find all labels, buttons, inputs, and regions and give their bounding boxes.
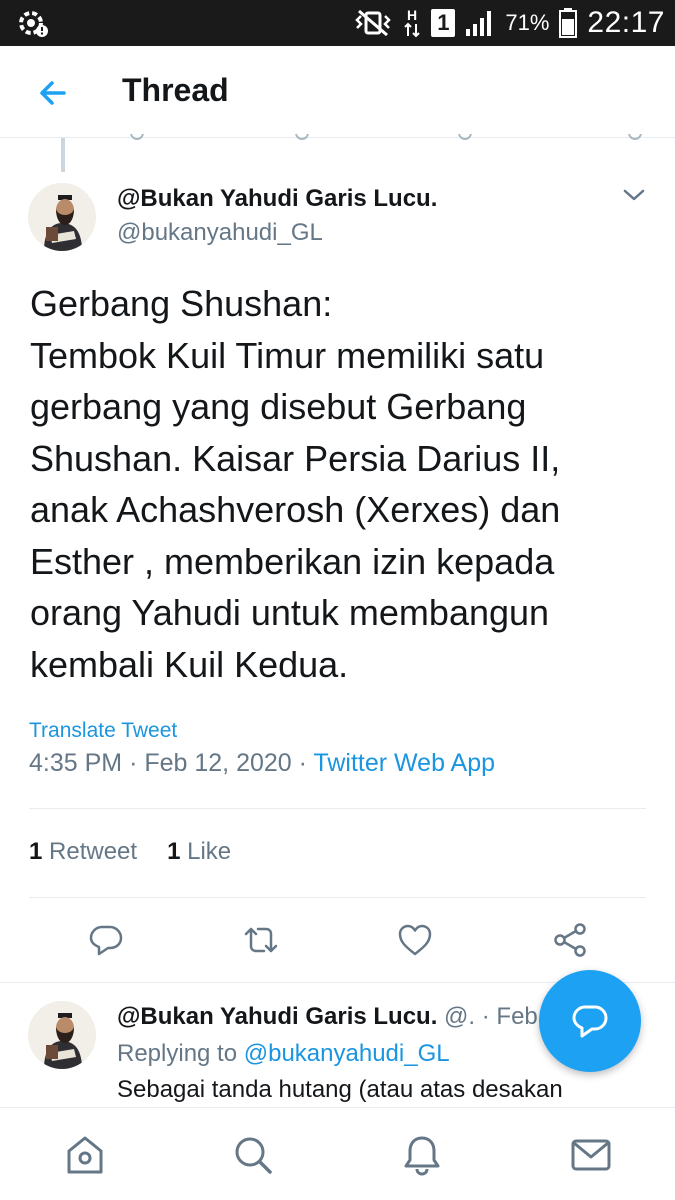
status-clock: 22:17 xyxy=(587,6,665,39)
retweet-icon xyxy=(244,927,278,953)
bottom-navigation xyxy=(0,1107,675,1200)
tweet-metadata: 4:35 PM · Feb 12, 2020 · Twitter Web App xyxy=(29,749,495,778)
reply-author-name[interactable]: @Bukan Yahudi Garis Lucu. xyxy=(117,1003,437,1030)
tweet-text: Gerbang Shushan: Tembok Kuil Timur memil… xyxy=(30,278,630,690)
tweet-text-line: anak Achashverosh (Xerxes) dan xyxy=(30,489,561,530)
compose-reply-icon xyxy=(572,1005,608,1038)
tweet-text-line: Gerbang Shushan: xyxy=(30,283,333,324)
replying-prefix: Replying to xyxy=(117,1040,238,1067)
back-button[interactable] xyxy=(34,74,72,112)
retweet-button[interactable] xyxy=(241,920,281,960)
settings-notification-icon xyxy=(18,8,50,38)
source-app-link[interactable]: Twitter Web App xyxy=(313,749,495,777)
page-title: Thread xyxy=(122,72,229,108)
divider xyxy=(29,897,646,898)
tweet-text-line: kembali Kuil Kedua. xyxy=(30,643,349,685)
share-button[interactable] xyxy=(550,920,590,960)
compose-reply-button[interactable] xyxy=(539,970,641,1072)
like-label: Like xyxy=(187,838,232,865)
reply-separator: · xyxy=(481,1003,490,1030)
battery-percent: 71% xyxy=(505,10,550,35)
nav-search-button[interactable] xyxy=(230,1132,276,1178)
meta-separator: · xyxy=(129,749,138,777)
replying-to: Replying to @bukanyahudi_GL xyxy=(117,1040,450,1068)
network-type-label: H xyxy=(407,7,417,23)
likes-stat[interactable]: 1 Like xyxy=(167,838,231,865)
reply-button[interactable] xyxy=(86,920,126,960)
translate-tweet-link[interactable]: Translate Tweet xyxy=(29,719,177,743)
arrow-left-icon xyxy=(40,81,66,105)
meta-separator: · xyxy=(298,749,307,777)
divider xyxy=(29,808,646,809)
tweet-text-line: Tembok Kuil Timur memiliki satu xyxy=(30,334,545,376)
reply-author-handle[interactable]: @. xyxy=(444,1003,475,1030)
retweet-label: Retweet xyxy=(49,838,138,865)
reply-date: Feb xyxy=(496,1003,538,1030)
engagement-stats: 1 Retweet 1 Like xyxy=(29,838,231,866)
like-count: 1 xyxy=(167,838,181,865)
reply-header: @Bukan Yahudi Garis Lucu. @. · Feb xyxy=(117,1003,538,1031)
nav-messages-button[interactable] xyxy=(568,1132,614,1178)
nav-notifications-button[interactable] xyxy=(399,1132,445,1178)
nav-home-button[interactable] xyxy=(62,1132,108,1178)
vibrate-mute-icon xyxy=(353,10,393,36)
author-handle[interactable]: @bukanyahudi_GL xyxy=(117,219,323,247)
previous-tweet-actions-cutoff xyxy=(0,134,675,150)
tweet-date: Feb 12, 2020 xyxy=(144,749,292,777)
app-header: Thread xyxy=(0,46,675,138)
like-button[interactable] xyxy=(395,920,435,960)
tweet-time: 4:35 PM xyxy=(29,749,123,777)
avatar-image xyxy=(28,1001,96,1069)
reply-tweet-text: Sebagai tanda hutang (atau atas desakan xyxy=(117,1076,563,1103)
sim-indicator: 1 xyxy=(431,9,456,37)
status-bar: H 1 71% 22:17 xyxy=(0,0,675,46)
thread-connector-line xyxy=(61,138,65,172)
mail-icon xyxy=(571,1139,611,1171)
retweets-stat[interactable]: 1 Retweet xyxy=(29,838,137,865)
network-type-icon: H xyxy=(403,7,421,39)
tweet-options-button[interactable] xyxy=(620,183,648,207)
retweet-count: 1 xyxy=(29,838,43,865)
tweet-text-line: Shushan. Kaisar Persia Darius II, xyxy=(30,437,561,479)
share-icon xyxy=(554,923,586,957)
heart-icon xyxy=(398,924,432,956)
tweet-text-line: gerbang yang disebut Gerbang xyxy=(30,386,527,427)
status-icons: H 1 71% 22:17 xyxy=(353,4,665,42)
author-avatar[interactable] xyxy=(28,183,96,251)
replying-handle-link[interactable]: @bukanyahudi_GL xyxy=(244,1040,450,1067)
signal-strength-icon xyxy=(465,9,495,37)
tweet-text-line: orang Yahudi untuk membangun xyxy=(30,592,550,633)
chevron-down-icon xyxy=(623,189,645,201)
tweet-text-line: Esther , memberikan izin kepada xyxy=(30,540,555,582)
search-icon xyxy=(235,1137,272,1174)
reply-author-avatar[interactable] xyxy=(28,1001,96,1069)
home-icon xyxy=(67,1136,103,1174)
avatar-image xyxy=(28,183,96,251)
reply-bubble-icon xyxy=(89,925,123,956)
author-name[interactable]: @Bukan Yahudi Garis Lucu. xyxy=(117,185,437,213)
bell-icon xyxy=(404,1136,440,1176)
battery-icon xyxy=(559,8,578,38)
